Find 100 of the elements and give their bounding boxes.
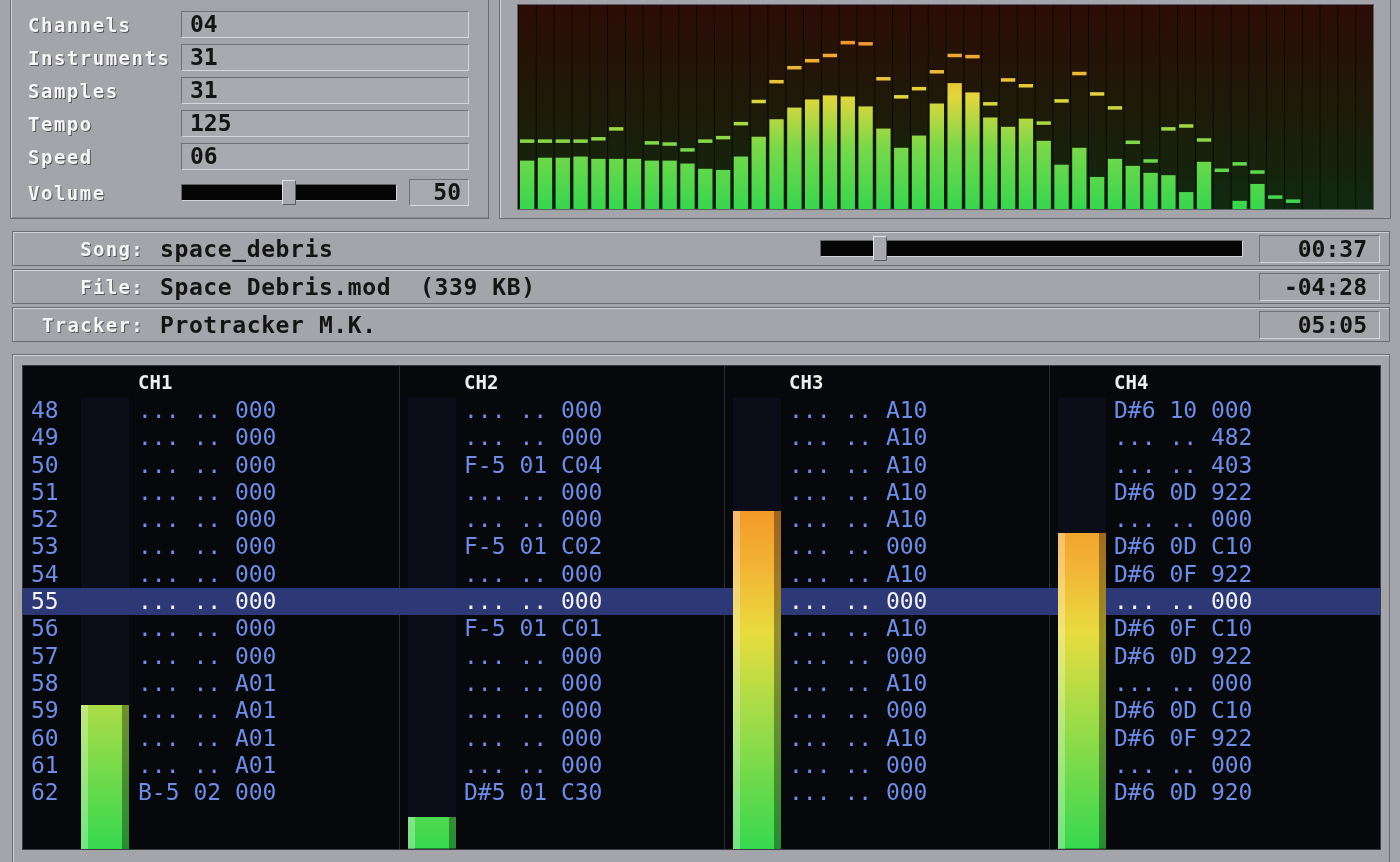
pattern-cell: D#6 0D C10 [1114,533,1253,560]
pattern-cell: ... .. 000 [464,751,603,778]
field-label: Speed [28,145,94,168]
row-number: 50 [31,451,59,478]
time-display: 05:05 [1259,310,1380,339]
channel-header: CH4 [1114,370,1149,393]
field-label: Channels [28,13,133,36]
pattern-cell: ... .. 000 [464,397,603,423]
pattern-cell: ... .. 403 [1114,451,1253,478]
pattern-cell: ... .. 000 [1114,669,1253,696]
channel-header: CH1 [138,370,173,393]
field-label: Volume [28,181,107,204]
pattern-cell: D#6 0D 922 [1114,478,1253,505]
time-display: -04:28 [1259,272,1380,301]
row-number: 56 [31,615,59,642]
info-label: Song: [79,237,144,260]
pattern-cell: ... .. 000 [138,478,277,505]
value-field: 31 [181,77,469,104]
pattern-cell: ... .. A01 [138,669,277,696]
pattern-cell: B-5 02 000 [138,779,277,806]
pattern-cell: ... .. 000 [464,424,603,451]
info-label: File: [79,275,144,298]
pattern-cell: ... .. 000 [138,424,277,451]
pattern-cell: ... .. A10 [789,560,928,587]
pattern-cell: ... .. 000 [464,697,603,724]
pattern-cell: ... .. 000 [789,533,928,560]
pattern-cell: D#5 01 C30 [464,779,603,806]
pattern-cell: ... .. 000 [138,451,277,478]
pattern-cell: ... .. A10 [789,424,928,451]
value-field: 06 [181,143,469,170]
pattern-cell: ... .. 000 [789,642,928,669]
pattern-cell: ... .. A01 [138,697,277,724]
pattern-cell: ... .. 000 [464,478,603,505]
pattern-cell: ... .. 000 [464,506,603,533]
row-number: 52 [31,506,59,533]
pattern-cell: ... .. A10 [789,478,928,505]
pattern-cell: ... .. 000 [1114,588,1253,615]
pattern-cell: ... .. A10 [789,669,928,696]
row-number: 62 [31,779,59,806]
row-number: 54 [31,560,59,587]
row-number: 49 [31,424,59,451]
row-number: 58 [31,669,59,696]
pattern-cell: ... .. A10 [789,397,928,423]
pattern-cell: D#6 0F 922 [1114,560,1253,587]
pattern-cell: ... .. 000 [789,779,928,806]
row-number: 61 [31,751,59,778]
pattern-cell: ... .. 000 [138,615,277,642]
pattern-cell: ... .. 000 [138,533,277,560]
value-field: 04 [181,11,469,38]
pattern-cell: ... .. 000 [138,506,277,533]
volume-value-field: 50 [409,179,469,206]
field-label: Tempo [28,112,94,135]
pattern-cell: ... .. A01 [138,751,277,778]
channel-header: CH3 [789,370,824,393]
info-label: Tracker: [41,313,144,336]
row-number: 48 [31,397,59,423]
pattern-cell: ... .. A10 [789,451,928,478]
row-number: 51 [31,478,59,505]
pattern-cell: D#6 0D 922 [1114,642,1253,669]
info-value: Protracker M.K. [160,311,377,338]
pattern-cell: F-5 01 C04 [464,451,603,478]
value-field: 31 [181,44,469,71]
pattern-cell: ... .. 000 [1114,506,1253,533]
pattern-cell: ... .. 000 [464,642,603,669]
info-value: space_debris [160,235,334,262]
time-display: 00:37 [1259,234,1380,263]
row-number: 55 [31,588,59,615]
pattern-cell: ... .. 000 [789,751,928,778]
channel-header: CH2 [464,370,499,393]
pattern-cell: ... .. 000 [464,724,603,751]
pattern-cell: ... .. A10 [789,724,928,751]
row-number: 60 [31,724,59,751]
pattern-cell: ... .. 000 [464,560,603,587]
field-label: Instruments [28,46,172,69]
pattern-cell: D#6 10 000 [1114,397,1253,423]
row-number: 53 [31,533,59,560]
info-value: Space Debris.mod (339 KB) [160,273,536,300]
row-number: 59 [31,697,59,724]
value-field: 125 [181,110,469,137]
pattern-cell: F-5 01 C02 [464,533,603,560]
field-label: Samples [28,79,120,102]
pattern-cell: D#6 0F 922 [1114,724,1253,751]
pattern-cell: F-5 01 C01 [464,615,603,642]
pattern-cell: ... .. 482 [1114,424,1253,451]
pattern-cell: ... .. 000 [464,669,603,696]
row-number: 57 [31,642,59,669]
pattern-cell: ... .. 000 [138,588,277,615]
pattern-cell: ... .. 000 [138,397,277,423]
pattern-cell: D#6 0D C10 [1114,697,1253,724]
pattern-cell: ... .. 000 [464,588,603,615]
pattern-cell: ... .. 000 [789,588,928,615]
pattern-cell: ... .. A10 [789,615,928,642]
slider-thumb[interactable] [282,180,296,205]
slider-thumb[interactable] [872,236,887,261]
pattern-cell: ... .. 000 [789,697,928,724]
pattern-cell: ... .. 000 [138,560,277,587]
pattern-cell: ... .. 000 [138,642,277,669]
pattern-cell: ... .. A10 [789,506,928,533]
pattern-cell: ... .. 000 [1114,751,1253,778]
pattern-cell: ... .. A01 [138,724,277,751]
